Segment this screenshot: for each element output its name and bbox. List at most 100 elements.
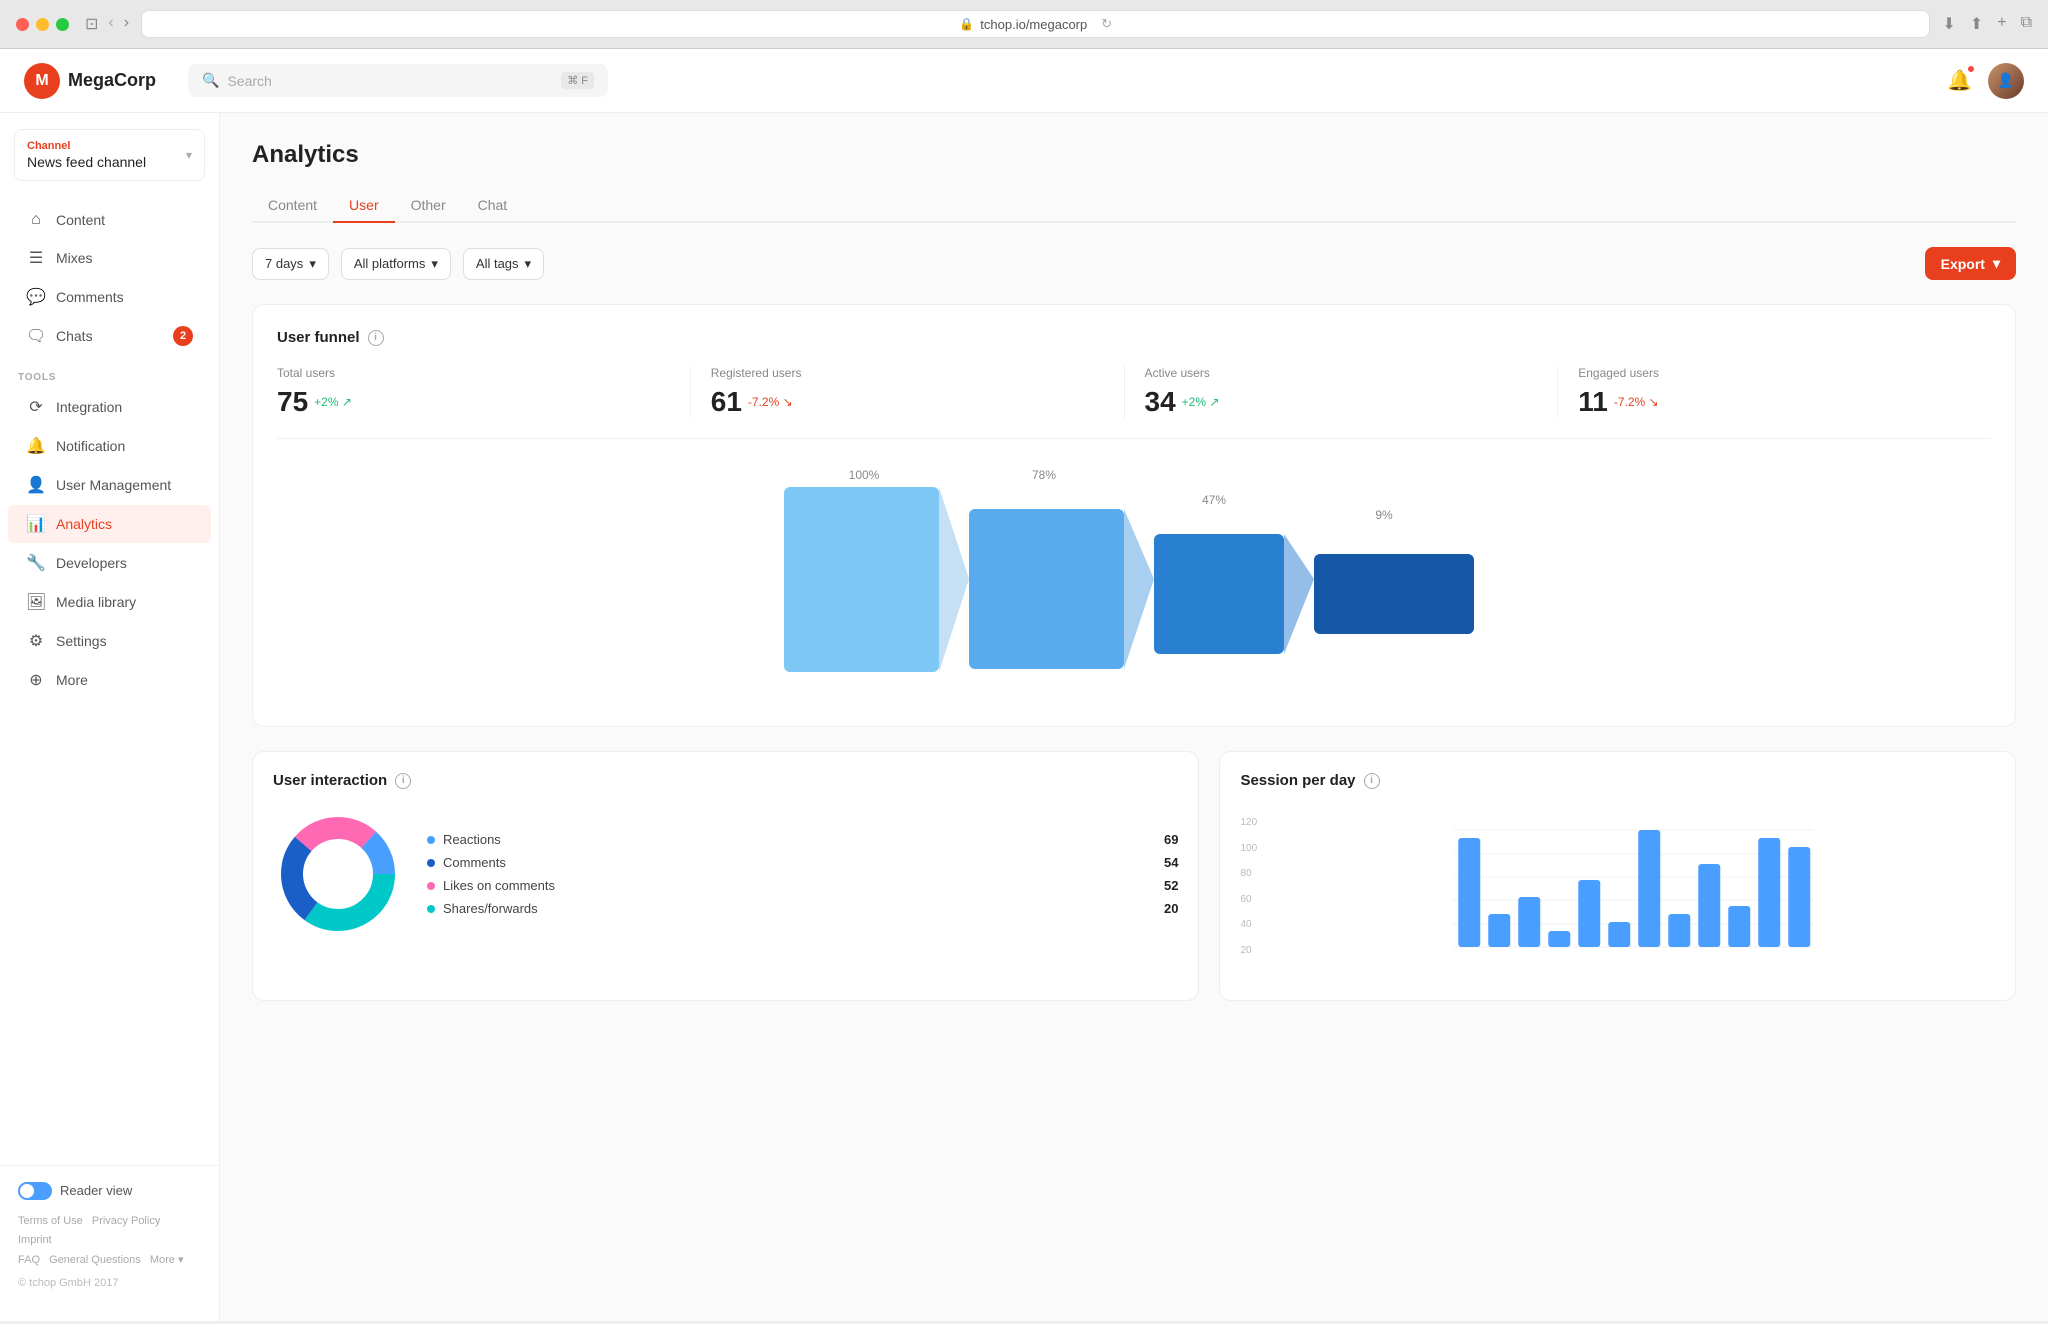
share-icon[interactable]: ⬆ xyxy=(1970,14,1983,34)
sidebar-item-user-management[interactable]: 👤 User Management xyxy=(8,466,211,504)
channel-selector[interactable]: Channel News feed channel ▾ xyxy=(14,129,205,181)
tabs-icon[interactable]: ⧉ xyxy=(2021,14,2032,34)
terms-link[interactable]: Terms of Use xyxy=(18,1215,83,1227)
legend-label: Shares/forwards xyxy=(443,901,1156,916)
app-body: Channel News feed channel ▾ ⌂ Content ☰ … xyxy=(0,113,2048,1321)
tab-content[interactable]: Content xyxy=(252,189,333,223)
browser-actions: ⬇ ⬆ + ⧉ xyxy=(1942,14,2032,34)
export-label: Export xyxy=(1941,256,1985,272)
sidebar-item-analytics[interactable]: 📊 Analytics xyxy=(8,505,211,543)
forward-icon[interactable]: › xyxy=(124,14,129,34)
shares-dot xyxy=(427,905,435,913)
more-footer-link[interactable]: More ▾ xyxy=(150,1254,184,1266)
stat-engaged-users: Engaged users 11 -7.2% ↘ xyxy=(1558,366,1991,418)
sidebar-item-developers[interactable]: 🔧 Developers xyxy=(8,544,211,582)
sidebar-item-settings[interactable]: ⚙ Settings xyxy=(8,622,211,660)
tab-chat[interactable]: Chat xyxy=(462,189,524,223)
time-filter-chevron: ▾ xyxy=(309,256,316,272)
sidebar: Channel News feed channel ▾ ⌂ Content ☰ … xyxy=(0,113,220,1321)
user-interaction-info-icon[interactable]: i xyxy=(395,773,411,789)
legend-label: Likes on comments xyxy=(443,878,1156,893)
stat-total-users: Total users 75 +2% ↗ xyxy=(277,366,691,418)
legend-item-reactions: Reactions 69 xyxy=(427,828,1178,851)
sidebar-item-content[interactable]: ⌂ Content xyxy=(8,202,211,238)
session-per-day-info-icon[interactable]: i xyxy=(1364,773,1380,789)
tab-other[interactable]: Other xyxy=(395,189,462,223)
donut-legend: Reactions 69 Comments 54 Likes on commen… xyxy=(427,828,1178,920)
sidebar-item-media-library[interactable]: 🖼 Media library xyxy=(8,583,211,621)
session-per-day-title: Session per day i xyxy=(1240,772,1995,789)
close-button[interactable] xyxy=(16,18,29,31)
sidebar-item-label: Media library xyxy=(56,594,136,610)
imprint-link[interactable]: Imprint xyxy=(18,1234,52,1246)
new-tab-icon[interactable]: + xyxy=(1997,14,2006,34)
platform-filter[interactable]: All platforms ▾ xyxy=(341,248,451,280)
app-header: M MegaCorp 🔍 Search ⌘ F 🔔 👤 xyxy=(0,49,2048,113)
sidebar-item-mixes[interactable]: ☰ Mixes xyxy=(8,239,211,277)
maximize-button[interactable] xyxy=(56,18,69,31)
notification-badge xyxy=(1967,65,1975,73)
legend-label: Comments xyxy=(443,855,1156,870)
page-title: Analytics xyxy=(252,141,2016,169)
channel-label: Channel xyxy=(27,140,146,152)
notification-button[interactable]: 🔔 xyxy=(1947,68,1972,93)
stat-label: Total users xyxy=(277,366,670,380)
sidebar-item-label: Analytics xyxy=(56,516,112,532)
bar-chart-container: 120 100 80 60 40 20 xyxy=(1240,809,1995,980)
time-filter[interactable]: 7 days ▾ xyxy=(252,248,329,280)
app-window: M MegaCorp 🔍 Search ⌘ F 🔔 👤 Chann xyxy=(0,49,2048,1321)
avatar[interactable]: 👤 xyxy=(1988,63,2024,99)
sidebar-item-label: Mixes xyxy=(56,250,93,266)
minimize-button[interactable] xyxy=(36,18,49,31)
mixes-icon: ☰ xyxy=(26,248,46,268)
stat-value: 34 +2% ↗ xyxy=(1145,386,1538,418)
sidebar-item-integration[interactable]: ⟳ Integration xyxy=(8,388,211,426)
reload-icon[interactable]: ↻ xyxy=(1101,16,1112,32)
tab-user[interactable]: User xyxy=(333,189,395,223)
stat-label: Engaged users xyxy=(1578,366,1971,380)
stat-change: +2% ↗ xyxy=(314,395,352,409)
more-icon: ⊕ xyxy=(26,670,46,690)
analytics-icon: 📊 xyxy=(26,514,46,534)
general-questions-link[interactable]: General Questions xyxy=(49,1254,141,1266)
tags-filter[interactable]: All tags ▾ xyxy=(463,248,544,280)
browser-nav: ⊡ ‹ › xyxy=(85,14,129,34)
back-icon[interactable]: ‹ xyxy=(108,14,113,34)
privacy-link[interactable]: Privacy Policy xyxy=(92,1215,160,1227)
address-bar[interactable]: 🔒 tchop.io/megacorp ↻ xyxy=(141,10,1930,38)
download-icon[interactable]: ⬇ xyxy=(1942,14,1955,34)
app-logo[interactable]: M MegaCorp xyxy=(24,63,156,99)
y-label: 40 xyxy=(1240,919,1257,930)
logo-icon: M xyxy=(24,63,60,99)
sidebar-item-label: Settings xyxy=(56,633,107,649)
faq-link[interactable]: FAQ xyxy=(18,1254,40,1266)
notification-nav-icon: 🔔 xyxy=(26,436,46,456)
stat-label: Active users xyxy=(1145,366,1538,380)
channel-chevron-icon: ▾ xyxy=(186,148,192,162)
developers-icon: 🔧 xyxy=(26,553,46,573)
export-button[interactable]: Export ▾ xyxy=(1925,247,2016,280)
user-funnel-card: User funnel i Total users 75 +2% ↗ Regis… xyxy=(252,304,2016,727)
reader-view-toggle-switch[interactable] xyxy=(18,1182,52,1200)
stat-value: 11 -7.2% ↘ xyxy=(1578,386,1971,418)
platform-filter-chevron: ▾ xyxy=(431,256,438,272)
donut-section: Reactions 69 Comments 54 Likes on commen… xyxy=(273,809,1178,939)
sidebar-item-chats[interactable]: 🗨 Chats 2 xyxy=(8,317,211,355)
user-funnel-info-icon[interactable]: i xyxy=(368,330,384,346)
session-per-day-card: Session per day i 120 100 80 60 40 20 xyxy=(1219,751,2016,1001)
sidebar-footer: Reader view Terms of Use Privacy Policy … xyxy=(0,1165,219,1305)
stat-change: -7.2% ↘ xyxy=(1614,395,1659,409)
search-bar[interactable]: 🔍 Search ⌘ F xyxy=(188,64,608,97)
main-nav: ⌂ Content ☰ Mixes 💬 Comments 🗨 Chats 2 xyxy=(0,201,219,356)
reader-view-toggle[interactable]: Reader view xyxy=(18,1182,201,1200)
legend-item-comments: Comments 54 xyxy=(427,851,1178,874)
svg-text:47%: 47% xyxy=(1202,493,1226,507)
comments-icon: 💬 xyxy=(26,287,46,307)
sidebar-item-more[interactable]: ⊕ More xyxy=(8,661,211,699)
legend-item-likes: Likes on comments 52 xyxy=(427,874,1178,897)
integration-icon: ⟳ xyxy=(26,397,46,417)
sidebar-item-notification[interactable]: 🔔 Notification xyxy=(8,427,211,465)
sidebar-toggle-icon[interactable]: ⊡ xyxy=(85,14,98,34)
channel-name: News feed channel xyxy=(27,154,146,170)
sidebar-item-comments[interactable]: 💬 Comments xyxy=(8,278,211,316)
